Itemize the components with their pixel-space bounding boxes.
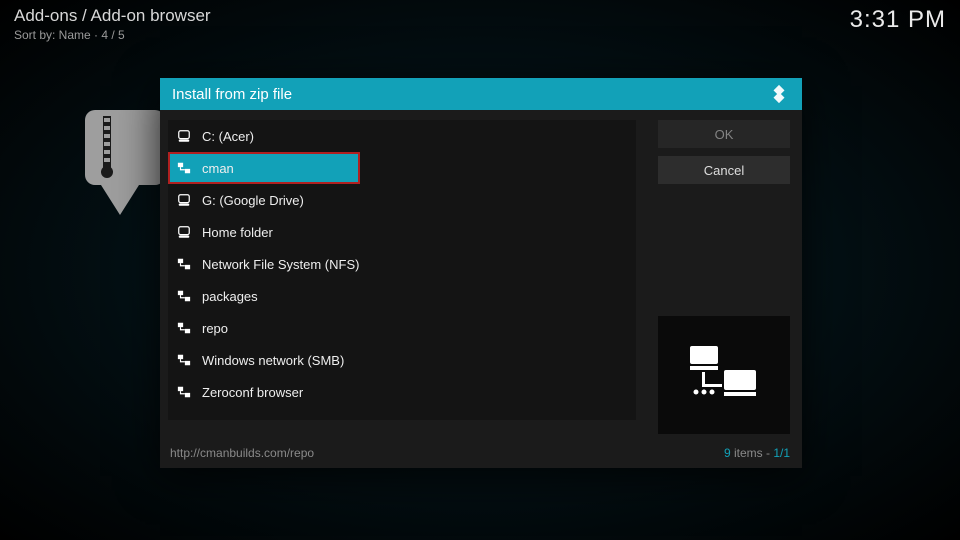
network-share-icon [176, 289, 192, 303]
dialog-footer: http://cmanbuilds.com/repo 9 items - 1/1 [170, 446, 790, 460]
dialog-title: Install from zip file [172, 86, 292, 103]
network-computers-icon [684, 340, 764, 410]
location-preview [658, 316, 790, 434]
list-item-label: repo [202, 321, 228, 336]
list-item[interactable]: C: (Acer) [168, 120, 636, 152]
kodi-logo-icon [768, 83, 790, 105]
network-share-icon [176, 257, 192, 271]
list-item[interactable]: Windows network (SMB) [168, 344, 636, 376]
list-item[interactable]: Zeroconf browser [168, 376, 636, 408]
list-item[interactable]: repo [168, 312, 636, 344]
breadcrumb: Add-ons / Add-on browser [14, 6, 211, 26]
list-item-label: Home folder [202, 225, 273, 240]
list-item-label: Windows network (SMB) [202, 353, 344, 368]
network-share-icon [176, 353, 192, 367]
cancel-button[interactable]: Cancel [658, 156, 790, 184]
sort-indicator: Sort by: Name · 4 / 5 [14, 28, 211, 42]
list-item[interactable]: packages [168, 280, 636, 312]
drive-icon [176, 129, 192, 143]
list-item[interactable]: G: (Google Drive) [168, 184, 636, 216]
list-item-label: Zeroconf browser [202, 385, 303, 400]
dialog-header: Install from zip file [160, 78, 802, 110]
list-item[interactable]: cman [168, 152, 360, 184]
ok-button[interactable]: OK [658, 120, 790, 148]
list-item-label: packages [202, 289, 258, 304]
clock: 3:31 PM [850, 6, 946, 34]
list-item-label: G: (Google Drive) [202, 193, 304, 208]
list-item-label: C: (Acer) [202, 129, 254, 144]
install-from-zip-dialog: Install from zip file C: (Acer) cman G: (G… [160, 78, 802, 468]
list-item[interactable]: Home folder [168, 216, 636, 248]
drive-icon [176, 225, 192, 239]
network-share-icon [176, 385, 192, 399]
footer-path: http://cmanbuilds.com/repo [170, 446, 314, 460]
network-share-icon [176, 161, 192, 175]
list-item-label: cman [202, 161, 234, 176]
list-item[interactable]: Network File System (NFS) [168, 248, 636, 280]
footer-item-count: 9 items - 1/1 [724, 446, 790, 460]
network-share-icon [176, 321, 192, 335]
list-item-label: Network File System (NFS) [202, 257, 359, 272]
drive-icon [176, 193, 192, 207]
file-browser-list[interactable]: C: (Acer) cman G: (Google Drive) Home folde… [168, 120, 636, 420]
